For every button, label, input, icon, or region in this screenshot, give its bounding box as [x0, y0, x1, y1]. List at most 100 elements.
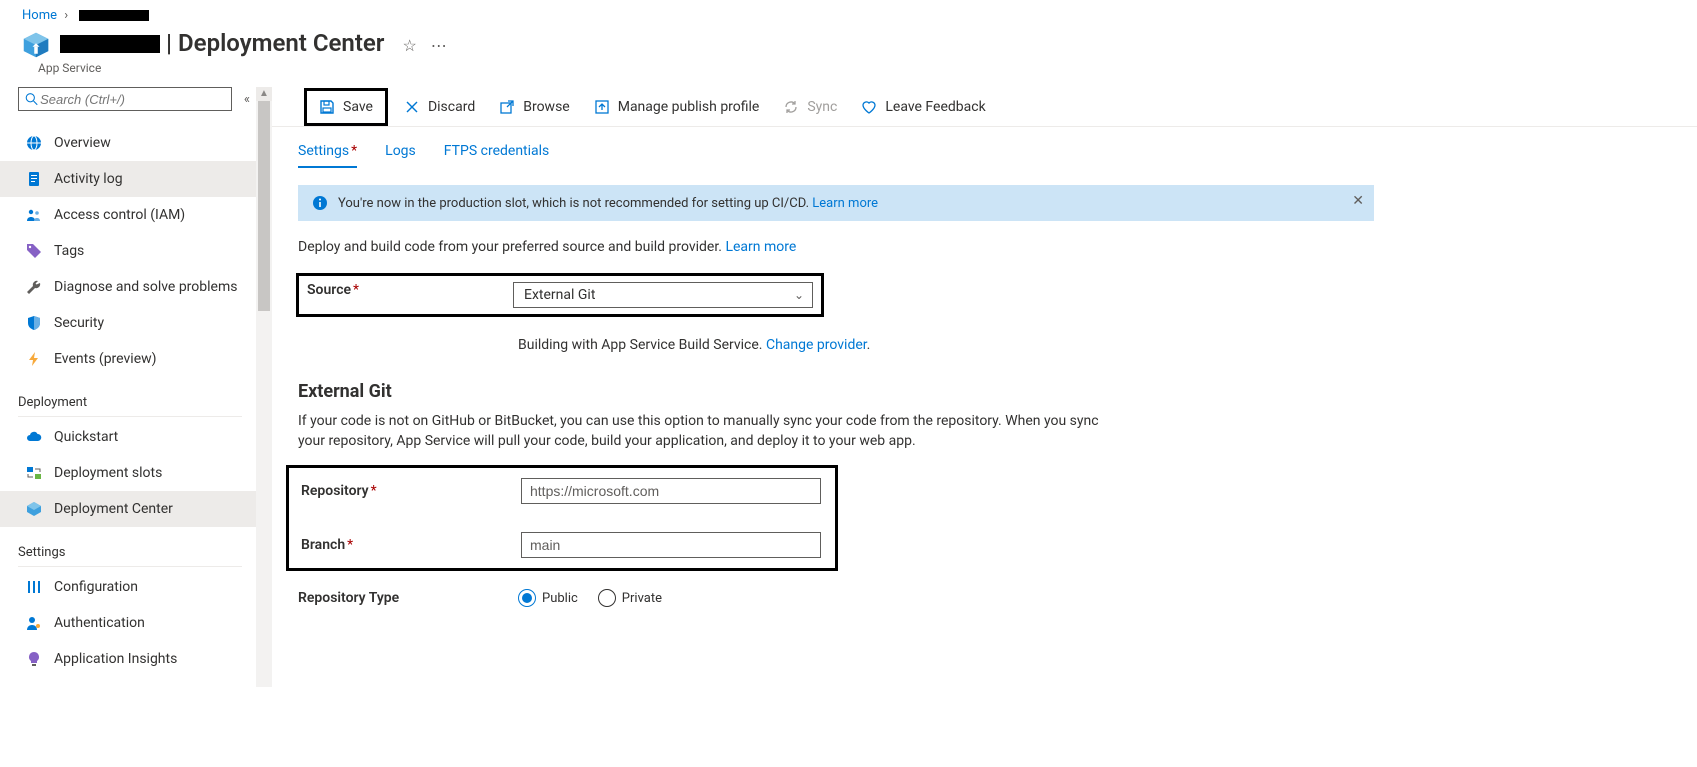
private-label: Private	[622, 591, 662, 606]
deploy-intro: Deploy and build code from your preferre…	[298, 239, 1374, 255]
nav-deployment-slots[interactable]: Deployment slots	[0, 455, 256, 491]
nav-label: Tags	[54, 243, 84, 259]
source-label-text: Source	[307, 282, 351, 298]
repository-row: Repository*	[301, 478, 821, 504]
browse-label: Browse	[523, 99, 569, 115]
discard-label: Discard	[428, 99, 475, 115]
nav-label: Diagnose and solve problems	[54, 279, 237, 295]
period: .	[867, 337, 871, 353]
required-asterisk: *	[351, 143, 357, 159]
branch-row: Branch*	[301, 532, 821, 558]
heart-icon	[861, 99, 877, 115]
person-key-icon	[26, 615, 42, 631]
nav-activity-log[interactable]: Activity log	[0, 161, 256, 197]
wrench-icon	[26, 279, 42, 295]
source-select[interactable]: External Git ⌄	[513, 282, 813, 308]
banner-text: You're now in the production slot, which…	[338, 196, 809, 211]
breadcrumb-home[interactable]: Home	[22, 8, 57, 23]
main-pane: Save Discard Browse Manage publish profi…	[272, 87, 1697, 687]
more-actions-icon[interactable]: ⋯	[431, 36, 447, 55]
nav-section-deployment: Deployment	[18, 395, 242, 417]
document-icon	[26, 171, 42, 187]
nav-overview[interactable]: Overview	[0, 125, 256, 161]
nav-diagnose[interactable]: Diagnose and solve problems	[0, 269, 256, 305]
external-link-icon	[499, 99, 515, 115]
nav-section-settings: Settings	[18, 545, 242, 567]
resource-name-redacted	[60, 35, 160, 53]
repo-type-private[interactable]: Private	[598, 589, 662, 607]
feedback-label: Leave Feedback	[885, 99, 985, 115]
globe-icon	[26, 135, 42, 151]
nav-list: Overview Activity log Access control (IA…	[18, 125, 256, 677]
tab-settings-label: Settings	[298, 143, 349, 159]
nav-label: Activity log	[54, 171, 123, 187]
branch-input[interactable]	[521, 532, 821, 558]
nav-events[interactable]: Events (preview)	[0, 341, 256, 377]
deploy-intro-text: Deploy and build code from your preferre…	[298, 239, 722, 255]
nav-label: Configuration	[54, 579, 138, 595]
manage-publish-button[interactable]: Manage publish profile	[582, 91, 772, 123]
chevron-down-icon: ⌄	[794, 288, 804, 302]
repo-type-label: Repository Type	[298, 590, 518, 606]
nav-access-control[interactable]: Access control (IAM)	[0, 197, 256, 233]
required-asterisk: *	[371, 483, 377, 499]
profile-icon	[594, 99, 610, 115]
close-icon	[404, 99, 420, 115]
manage-publish-label: Manage publish profile	[618, 99, 760, 115]
browse-button[interactable]: Browse	[487, 91, 581, 123]
shield-icon	[26, 315, 42, 331]
sidebar-search-input[interactable]	[38, 91, 225, 108]
nav-label: Application Insights	[54, 651, 177, 667]
breadcrumb: Home ›	[0, 0, 1697, 25]
banner-close-icon[interactable]: ✕	[1352, 193, 1364, 209]
tab-logs[interactable]: Logs	[385, 143, 416, 167]
change-provider-link[interactable]: Change provider	[766, 337, 867, 353]
save-label: Save	[343, 99, 373, 115]
app-service-icon	[22, 31, 50, 59]
tab-settings[interactable]: Settings*	[298, 143, 357, 167]
repo-type-group: Public Private	[518, 589, 662, 607]
info-icon	[312, 195, 328, 211]
repo-type-row: Repository Type Public Private	[280, 589, 1392, 607]
favorite-star-icon[interactable]: ☆	[402, 36, 416, 55]
repo-fields-box: Repository* Branch*	[286, 465, 838, 571]
slots-icon	[26, 465, 42, 481]
repository-input[interactable]	[521, 478, 821, 504]
breadcrumb-separator: ›	[64, 8, 68, 23]
feedback-button[interactable]: Leave Feedback	[849, 91, 997, 123]
nav-authentication[interactable]: Authentication	[0, 605, 256, 641]
public-label: Public	[542, 591, 578, 606]
branch-label: Branch*	[301, 537, 521, 553]
nav-deployment-center[interactable]: Deployment Center	[0, 491, 256, 527]
content: Settings* Logs FTPS credentials You're n…	[272, 127, 1392, 607]
banner-learn-more-link[interactable]: Learn more	[812, 196, 878, 211]
sidebar-search[interactable]	[18, 87, 232, 111]
scroll-thumb[interactable]	[258, 101, 270, 311]
repository-label: Repository*	[301, 483, 521, 499]
people-icon	[26, 207, 42, 223]
radio-unchecked-icon	[598, 589, 616, 607]
repo-type-public[interactable]: Public	[518, 589, 578, 607]
deploy-learn-more-link[interactable]: Learn more	[725, 239, 796, 255]
external-git-heading: External Git	[298, 381, 1392, 402]
nav-application-insights[interactable]: Application Insights	[0, 641, 256, 677]
nav-label: Overview	[54, 135, 111, 151]
nav-label: Authentication	[54, 615, 145, 631]
cloud-icon	[26, 429, 42, 445]
nav-tags[interactable]: Tags	[0, 233, 256, 269]
sync-button: Sync	[771, 91, 849, 123]
discard-button[interactable]: Discard	[392, 91, 487, 123]
tabs: Settings* Logs FTPS credentials	[280, 143, 1392, 167]
collapse-sidebar-icon[interactable]: «	[238, 92, 256, 107]
scroll-up-icon[interactable]: ▲	[256, 87, 272, 101]
nav-security[interactable]: Security	[0, 305, 256, 341]
build-info: Building with App Service Build Service.…	[280, 337, 1392, 353]
scrollbar[interactable]: ▲	[256, 87, 272, 687]
nav-configuration[interactable]: Configuration	[0, 569, 256, 605]
tag-icon	[26, 243, 42, 259]
source-row: Source* External Git ⌄	[280, 273, 1392, 317]
nav-quickstart[interactable]: Quickstart	[0, 419, 256, 455]
branch-label-text: Branch	[301, 537, 345, 553]
tab-ftps[interactable]: FTPS credentials	[444, 143, 550, 167]
save-button[interactable]: Save	[304, 88, 388, 126]
